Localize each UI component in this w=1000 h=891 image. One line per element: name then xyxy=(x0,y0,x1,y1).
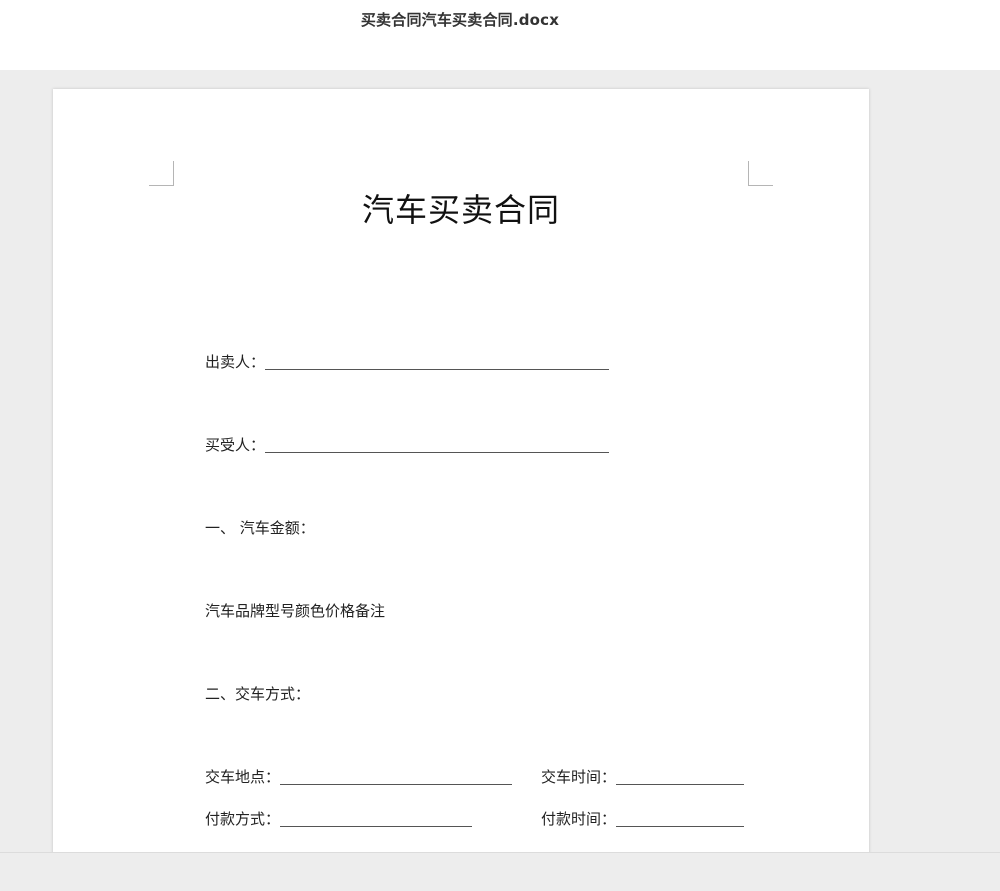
document-viewer[interactable]: 汽车买卖合同 出卖人： 买受人： 一、 汽车金额： 汽车品牌型号颜色价格备注 二… xyxy=(0,70,1000,852)
buyer-label: 买受人： xyxy=(205,436,266,454)
document-title: 汽车买卖合同 xyxy=(361,191,560,229)
document-filename: 买卖合同汽车买卖合同.docx xyxy=(360,11,560,29)
payment-time-label: 付款时间： xyxy=(541,810,617,828)
seller-blank-line xyxy=(265,368,610,370)
delivery-place-field: 交车地点： xyxy=(205,766,513,788)
payment-method-blank-line xyxy=(280,825,473,827)
section-1-heading: 一、 汽车金额： xyxy=(205,519,315,537)
payment-method-label: 付款方式： xyxy=(205,810,281,828)
payment-method-field: 付款方式： xyxy=(205,808,473,830)
buyer-blank-line xyxy=(265,451,610,453)
delivery-time-field: 交车时间： xyxy=(541,766,745,788)
seller-field: 出卖人： xyxy=(205,351,610,373)
payment-time-blank-line xyxy=(616,825,745,827)
margin-corner-top-left xyxy=(149,161,174,186)
document-page[interactable]: 汽车买卖合同 出卖人： 买受人： 一、 汽车金额： 汽车品牌型号颜色价格备注 二… xyxy=(53,89,869,852)
delivery-place-blank-line xyxy=(280,783,513,785)
section-2-heading: 二、交车方式： xyxy=(205,685,311,703)
payment-time-field: 付款时间： xyxy=(541,808,745,830)
buyer-field: 买受人： xyxy=(205,434,610,456)
margin-corner-top-right xyxy=(748,161,773,186)
seller-label: 出卖人： xyxy=(205,353,266,371)
delivery-time-blank-line xyxy=(616,783,745,785)
vehicle-columns-text: 汽车品牌型号颜色价格备注 xyxy=(205,602,386,620)
bottom-status-bar xyxy=(0,852,1000,891)
delivery-place-label: 交车地点： xyxy=(205,768,281,786)
delivery-time-label: 交车时间： xyxy=(541,768,617,786)
title-bar: 买卖合同汽车买卖合同.docx xyxy=(0,0,1000,70)
